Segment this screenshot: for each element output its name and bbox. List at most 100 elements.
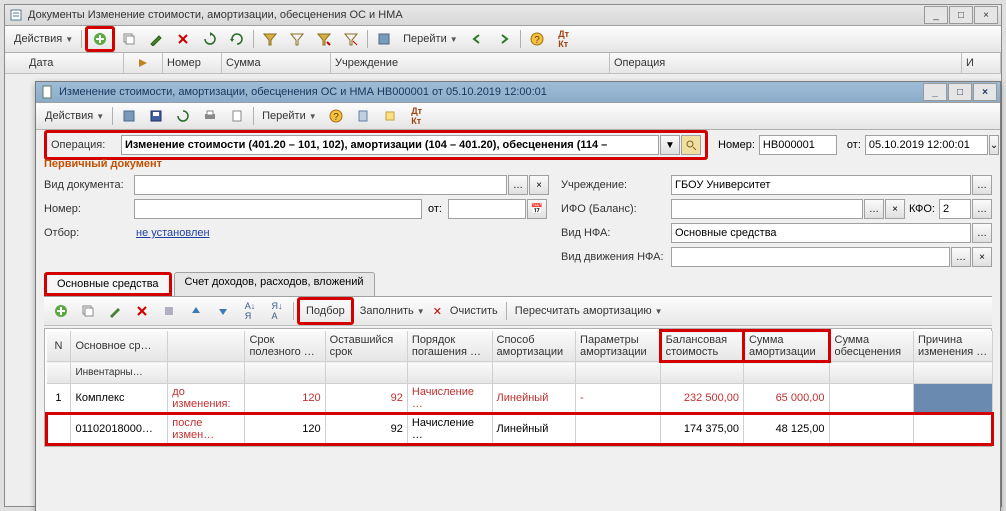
reverse-button[interactable] — [224, 28, 250, 50]
ifo-input[interactable] — [671, 199, 863, 219]
inner-maximize-button[interactable]: □ — [948, 83, 972, 101]
inner-minimize-button[interactable]: _ — [923, 83, 947, 101]
institution-input[interactable] — [671, 175, 971, 195]
inner-help-button[interactable]: ? — [323, 105, 349, 127]
row-copy-button[interactable] — [75, 300, 101, 322]
number-input[interactable] — [759, 135, 837, 155]
col-date[interactable]: Дата — [25, 53, 124, 73]
th-reason[interactable]: Причина изменения … — [914, 331, 993, 362]
ochistit-button[interactable]: Очистить — [445, 300, 503, 322]
reason-cell[interactable] — [914, 384, 993, 414]
row-settings-button[interactable] — [156, 300, 182, 322]
maximize-button[interactable]: □ — [949, 6, 973, 24]
dtkt-button[interactable]: ДтКт — [551, 28, 577, 50]
col-i[interactable]: И — [962, 53, 1001, 73]
sort-desc-button[interactable]: Я↓А — [264, 300, 290, 322]
operation-input[interactable] — [121, 135, 659, 155]
row-delete-button[interactable] — [129, 300, 155, 322]
tab-os[interactable]: Основные средства — [44, 272, 172, 296]
doc-type-clear[interactable]: … — [508, 175, 528, 195]
filter4-button[interactable] — [338, 28, 364, 50]
operation-search-button[interactable] — [681, 135, 701, 155]
th-sum[interactable]: Сумма амортизации — [743, 331, 829, 362]
doc-number-label: Номер: — [44, 203, 134, 215]
sort-asc-button[interactable]: А↓Я — [237, 300, 263, 322]
recalc-dropdown[interactable]: Пересчитать амортизацию▼ — [510, 300, 668, 322]
inner-goto-dropdown[interactable]: Перейти▼ — [257, 105, 322, 127]
close-button[interactable]: × — [974, 6, 998, 24]
row-down-button[interactable] — [210, 300, 236, 322]
th-por[interactable]: Порядок погашения … — [407, 331, 492, 362]
row-edit-button[interactable] — [102, 300, 128, 322]
inner-dtkt-icon[interactable]: ДтКт — [404, 105, 430, 127]
th-obes[interactable]: Сумма обесценения — [829, 331, 914, 362]
doc-date-input[interactable] — [448, 199, 526, 219]
actions-dropdown[interactable]: Действия▼ — [9, 28, 78, 50]
sub-toolbar: А↓Я Я↓А Подбор Заполнить▼ ✕ Очистить Пер… — [44, 297, 992, 326]
nav-fwd-button[interactable] — [491, 28, 517, 50]
th-inv[interactable]: Инвентарны… — [71, 362, 168, 384]
filter-link[interactable]: не установлен — [134, 227, 210, 239]
doc-icon — [39, 84, 55, 100]
nav-back-button[interactable] — [464, 28, 490, 50]
kfo-input[interactable] — [939, 199, 971, 219]
doc-type-label: Вид документа: — [44, 179, 134, 191]
th-os[interactable]: Основное ср… — [71, 331, 168, 362]
th-bal[interactable]: Балансовая стоимость — [660, 331, 743, 362]
date-picker-button[interactable]: ⌄ — [989, 135, 999, 155]
col-sum[interactable]: Сумма — [222, 53, 331, 73]
inner-clip-icon[interactable] — [350, 105, 376, 127]
th-n[interactable]: N — [47, 331, 71, 362]
zapolnit-dropdown[interactable]: Заполнить▼ — [355, 300, 430, 322]
kfo-sel[interactable]: … — [972, 199, 992, 219]
doc-type-x[interactable]: × — [529, 175, 549, 195]
row-up-button[interactable] — [183, 300, 209, 322]
inner-close-button[interactable]: × — [973, 83, 997, 101]
inner-titlebar: Изменение стоимости, амортизации, обесце… — [36, 82, 1000, 103]
ifo-x[interactable]: × — [885, 199, 905, 219]
add-button[interactable] — [85, 26, 115, 52]
help-button[interactable]: ? — [524, 28, 550, 50]
th-ost[interactable]: Оставшийся срок — [325, 331, 407, 362]
goto-dropdown[interactable]: Перейти▼ — [398, 28, 463, 50]
copy-button[interactable] — [116, 28, 142, 50]
th-sposob[interactable]: Способ амортизации — [492, 331, 576, 362]
col-operation[interactable]: Операция — [610, 53, 962, 73]
move-input[interactable] — [671, 247, 950, 267]
inner-doclist-icon[interactable] — [224, 105, 250, 127]
move-x[interactable]: × — [972, 247, 992, 267]
doc-date-picker[interactable]: 📅 — [527, 199, 547, 219]
th-srok[interactable]: Срок полезного … — [245, 331, 325, 362]
tab-accounts[interactable]: Счет доходов, расходов, вложений — [174, 272, 375, 296]
podbor-button[interactable]: Подбор — [297, 297, 354, 325]
inner-save-icon[interactable] — [143, 105, 169, 127]
ifo-sel[interactable]: … — [864, 199, 884, 219]
inner-refresh-icon[interactable] — [170, 105, 196, 127]
row-add-button[interactable] — [48, 300, 74, 322]
operation-dropdown-button[interactable]: ▼ — [660, 135, 680, 155]
date-input[interactable] — [865, 135, 988, 155]
svg-text:?: ? — [333, 112, 339, 123]
proceed-button[interactable] — [371, 28, 397, 50]
inner-proceed-icon[interactable] — [116, 105, 142, 127]
delete-button[interactable] — [170, 28, 196, 50]
filter2-button[interactable] — [284, 28, 310, 50]
nfa-sel[interactable]: … — [972, 223, 992, 243]
filter1-button[interactable] — [257, 28, 283, 50]
inner-note-icon[interactable] — [377, 105, 403, 127]
col-number[interactable]: Номер — [163, 53, 222, 73]
col-institution[interactable]: Учреждение — [331, 53, 610, 73]
move-sel[interactable]: … — [951, 247, 971, 267]
inner-actions-dropdown[interactable]: Действия▼ — [40, 105, 109, 127]
doc-type-input[interactable] — [134, 175, 507, 195]
refresh-button[interactable] — [197, 28, 223, 50]
doc-number-input[interactable] — [134, 199, 422, 219]
edit-button[interactable] — [143, 28, 169, 50]
col-marker[interactable] — [124, 53, 163, 73]
minimize-button[interactable]: _ — [924, 6, 948, 24]
institution-sel[interactable]: … — [972, 175, 992, 195]
filter3-button[interactable] — [311, 28, 337, 50]
inner-print-icon[interactable] — [197, 105, 223, 127]
nfa-input[interactable] — [671, 223, 971, 243]
th-param[interactable]: Параметры амортизации — [576, 331, 661, 362]
